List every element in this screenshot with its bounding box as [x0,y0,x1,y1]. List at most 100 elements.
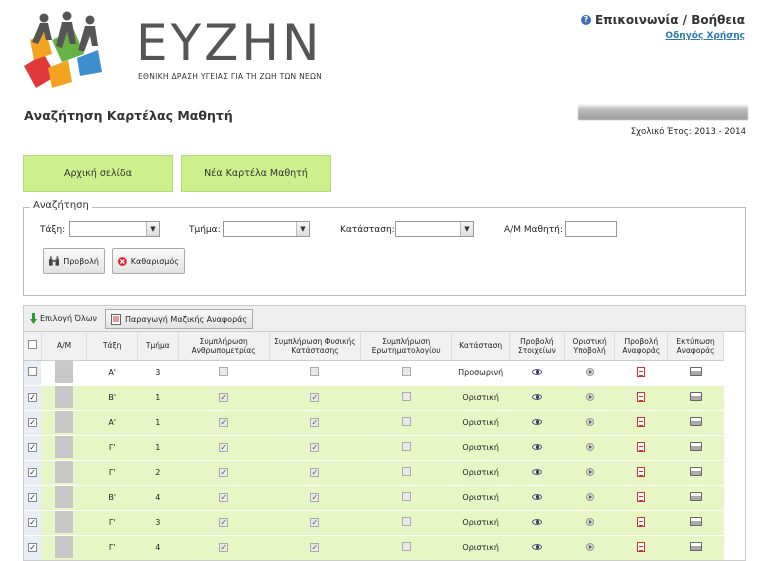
home-button[interactable]: Αρχική σελίδα [23,155,173,192]
play-icon[interactable] [585,392,594,401]
view-report-cell[interactable] [614,435,668,461]
eye-icon[interactable] [531,394,542,400]
eye-icon[interactable] [531,494,542,500]
final-submit-cell[interactable] [564,460,615,486]
header-select[interactable] [24,332,42,361]
view-report-cell[interactable] [614,535,668,560]
final-submit-cell[interactable] [564,435,615,461]
questionnaire-cell [360,410,452,436]
section-select[interactable]: ▼ [223,221,310,237]
printer-icon[interactable] [689,367,702,376]
print-report-cell[interactable] [667,535,724,560]
view-details-cell[interactable] [509,535,565,560]
view-report-cell[interactable] [614,385,668,411]
view-details-cell[interactable] [509,385,565,411]
user-guide-link[interactable]: Οδηγός Χρήσης [581,31,745,41]
row-select-checkbox[interactable]: ✓ [28,468,38,477]
final-submit-cell[interactable] [564,385,615,411]
row-select-cell[interactable]: ✓ [24,435,42,461]
eye-icon[interactable] [531,419,542,425]
pdf-icon[interactable] [637,441,646,452]
pdf-icon[interactable] [637,366,646,377]
printer-icon[interactable] [689,467,702,476]
play-icon[interactable] [585,542,594,551]
printer-icon[interactable] [689,542,702,551]
final-submit-cell[interactable] [564,535,615,560]
row-select-checkbox[interactable]: ✓ [28,393,38,402]
eye-icon[interactable] [531,444,542,450]
print-report-cell[interactable] [667,360,724,386]
play-icon[interactable] [585,492,594,501]
play-icon[interactable] [585,517,594,526]
contact-help-link[interactable]: ? Επικοινωνία / Βοήθεια [580,13,745,27]
view-button[interactable]: Προβολή [43,248,105,274]
final-submit-cell[interactable] [564,485,615,511]
physical-cell: ✓ [269,485,361,511]
printer-icon[interactable] [689,417,702,426]
view-report-cell[interactable] [614,510,668,536]
printer-icon[interactable] [689,392,702,401]
row-select-cell[interactable]: ✓ [24,535,42,560]
view-details-cell[interactable] [509,435,565,461]
pdf-icon[interactable] [637,541,646,552]
view-report-cell[interactable] [614,410,668,436]
am-cell [41,360,87,386]
row-select-cell[interactable]: ✓ [24,460,42,486]
printer-icon[interactable] [689,517,702,526]
row-select-cell[interactable]: ✓ [24,510,42,536]
row-select-cell[interactable]: ✓ [24,385,42,411]
row-select-checkbox[interactable]: ✓ [28,443,38,452]
row-select-checkbox[interactable]: ✓ [28,418,38,427]
print-report-cell[interactable] [667,410,724,436]
pdf-icon[interactable] [637,416,646,427]
play-icon[interactable] [585,467,594,476]
print-report-cell[interactable] [667,460,724,486]
status-label: Κατάσταση: [340,225,395,235]
pdf-icon[interactable] [637,516,646,527]
eye-icon[interactable] [531,544,542,550]
view-report-cell[interactable] [614,485,668,511]
pdf-icon[interactable] [637,491,646,502]
row-select-checkbox[interactable]: ✓ [28,518,38,527]
pdf-icon[interactable] [637,466,646,477]
row-select-cell[interactable]: ✓ [24,485,42,511]
row-select-cell[interactable]: ✓ [24,410,42,436]
print-report-cell[interactable] [667,385,724,411]
print-report-cell[interactable] [667,435,724,461]
class-select[interactable]: ▼ [69,221,160,237]
printer-icon[interactable] [689,492,702,501]
school-name-redacted [578,104,748,120]
anthro-checkbox: ✓ [219,518,229,527]
clear-button[interactable]: Καθαρισμός [112,248,185,274]
select-all-button[interactable]: Επιλογή Όλων [30,313,97,324]
view-details-cell[interactable] [509,510,565,536]
print-report-cell[interactable] [667,510,724,536]
final-submit-cell[interactable] [564,510,615,536]
bulk-report-button[interactable]: Παραγωγή Μαζικής Αναφοράς [105,309,254,329]
view-details-cell[interactable] [509,485,565,511]
view-report-cell[interactable] [614,360,668,386]
eye-icon[interactable] [531,469,542,475]
new-student-card-button[interactable]: Νέα Καρτέλα Μαθητή [181,155,331,192]
row-select-checkbox[interactable] [28,367,38,376]
print-report-cell[interactable] [667,485,724,511]
play-icon[interactable] [585,442,594,451]
play-icon[interactable] [585,367,594,376]
view-report-cell[interactable] [614,460,668,486]
row-select-cell[interactable] [24,360,42,386]
row-select-checkbox[interactable]: ✓ [28,543,38,552]
eye-icon[interactable] [531,519,542,525]
play-icon[interactable] [585,417,594,426]
printer-icon[interactable] [689,442,702,451]
final-submit-cell[interactable] [564,360,615,386]
view-details-cell[interactable] [509,410,565,436]
am-input[interactable] [565,221,617,237]
view-details-cell[interactable] [509,360,565,386]
header-checkbox[interactable] [27,340,37,350]
view-details-cell[interactable] [509,460,565,486]
eye-icon[interactable] [531,369,542,375]
pdf-icon[interactable] [637,391,646,402]
status-select[interactable]: ▼ [395,221,474,237]
final-submit-cell[interactable] [564,410,615,436]
row-select-checkbox[interactable]: ✓ [28,493,38,502]
